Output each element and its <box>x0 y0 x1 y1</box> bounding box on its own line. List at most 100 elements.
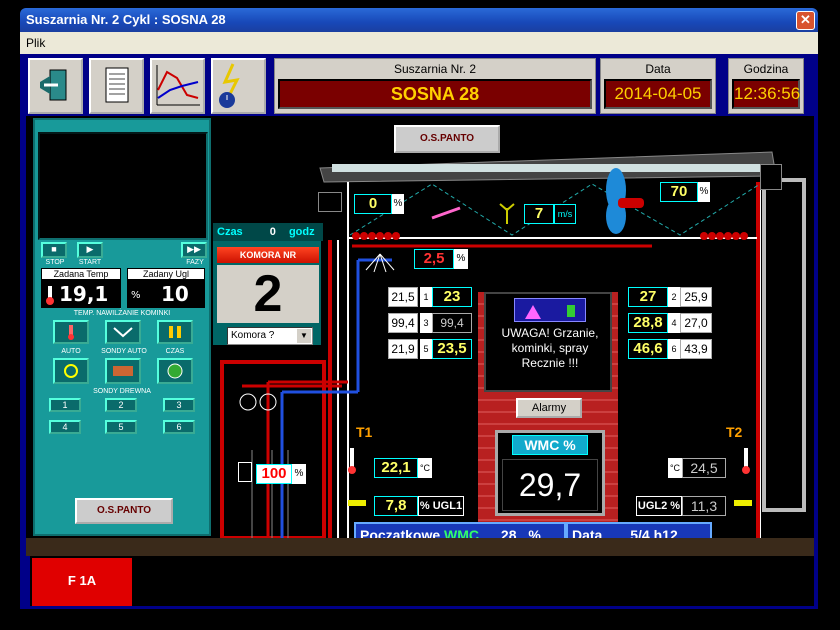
vent-icon <box>169 326 181 338</box>
start-button[interactable]: ▶ <box>77 242 103 258</box>
sonda-2-button[interactable]: 2 <box>105 398 137 412</box>
wmc-value: 29,7 <box>502 459 598 511</box>
fazy-button[interactable]: ▶▶ <box>181 242 207 258</box>
sonda-3-button[interactable]: 3 <box>163 398 195 412</box>
alarm-button[interactable]: Alarmy <box>516 398 582 418</box>
menu-plik[interactable]: Plik <box>26 36 45 50</box>
window-titlebar: Suszarnia Nr. 2 Cykl : SOSNA 28 ✕ <box>20 8 818 32</box>
close-button[interactable]: ✕ <box>796 11 815 30</box>
panto-logo-small: O.S.PANTO <box>75 498 173 524</box>
zadana-temp-label: Zadana Temp <box>41 268 121 280</box>
zadany-ugl-label: Zadany Ugl <box>127 268 205 280</box>
left-sensor-3-set: 21,9 <box>388 339 418 359</box>
exit-button[interactable] <box>28 58 83 114</box>
left-damper-icon <box>318 192 342 212</box>
wmc-panel: WMC % 29,7 <box>495 430 605 516</box>
kiln-value: SOSNA 28 <box>278 79 592 109</box>
row1-label: TEMP. NAWILŻANIE KOMINKI <box>73 310 171 317</box>
date-value: 2014-04-05 <box>604 79 712 109</box>
right-vent-unit: % <box>698 182 710 202</box>
exit-door-icon <box>40 69 67 101</box>
sondy-drewna-label: SONDY DREWNA <box>93 388 151 395</box>
clock-icon <box>167 363 183 379</box>
ground-strip <box>26 538 814 556</box>
sonda-5-button[interactable]: 5 <box>105 420 137 434</box>
ugl2-label: UGL2 % <box>636 496 682 516</box>
temp-button[interactable] <box>53 320 89 344</box>
right-sensor-3-set: 43,9 <box>680 339 712 359</box>
wind-value: 7 <box>524 204 554 224</box>
spray-value: 2,5 <box>414 249 454 269</box>
menu-bar: Plik <box>20 32 818 54</box>
sondy-auto-label: SONDY AUTO <box>101 348 147 355</box>
left-sensor-1-set: 21,5 <box>388 287 418 307</box>
kominki-button[interactable] <box>157 320 193 344</box>
t2-thermometer-icon <box>742 448 750 474</box>
right-sensor-2-idx: 4 <box>668 313 680 333</box>
kiln-label: Suszarnia Nr. 2 <box>393 62 477 76</box>
left-vent-unit: % <box>392 194 404 214</box>
fazy-label: FAZY <box>186 259 204 266</box>
right-vent-value: 70 <box>660 182 698 202</box>
left-sensor-1-value: 23 <box>432 287 472 307</box>
stop-button[interactable]: ■ <box>41 242 67 258</box>
right-sensor-1-value: 27 <box>628 287 668 307</box>
auto-button[interactable] <box>53 358 89 384</box>
t1-label: T1 <box>356 424 373 440</box>
power-clock-button[interactable] <box>211 58 266 114</box>
valve-icon <box>238 462 252 482</box>
lightning-clock-icon <box>219 63 240 108</box>
left-sensor-1-idx: 1 <box>420 287 432 307</box>
kiln-header: Suszarnia Nr. 2 SOSNA 28 <box>274 58 596 114</box>
right-sensor-1-idx: 2 <box>668 287 680 307</box>
right-damper-icon <box>760 164 782 190</box>
t2-temp-unit: °C <box>668 458 682 478</box>
right-sensor-3-idx: 6 <box>668 339 680 359</box>
sondy-auto-button[interactable] <box>105 358 141 384</box>
t2-moisture-icon <box>732 496 754 510</box>
ugl1-value: 7,8 <box>374 496 418 516</box>
ugl2-value: 11,3 <box>682 496 726 516</box>
date-header: Data 2014-04-05 <box>600 58 716 114</box>
svg-text:%: % <box>131 290 141 301</box>
sonda-1-button[interactable]: 1 <box>49 398 81 412</box>
t1-temp-unit: °C <box>418 458 432 478</box>
spray-icon <box>360 248 400 274</box>
sonda-4-button[interactable]: 4 <box>49 420 81 434</box>
refresh-icon <box>64 364 78 378</box>
spray-nozzle-icon <box>430 206 464 220</box>
valve-unit: % <box>292 464 306 484</box>
stop-label: STOP <box>45 259 65 266</box>
control-panel: ■ ▶ ▶▶ STOP START FAZY Zadana Temp 19,1 … <box>33 118 211 536</box>
right-sensor-2-value: 28,8 <box>628 313 668 333</box>
hand-icon <box>567 305 575 317</box>
czas-button[interactable] <box>157 358 193 384</box>
wind-icon <box>496 202 518 224</box>
report-button[interactable] <box>89 58 144 114</box>
t1-moisture-icon <box>346 496 368 510</box>
time-header: Godzina 12:36:56 <box>728 58 804 114</box>
right-sensor-1-set: 25,9 <box>680 287 712 307</box>
auto-label: AUTO <box>61 348 81 355</box>
t1-thermometer-icon <box>348 448 356 474</box>
czas-label: CZAS <box>165 348 185 355</box>
sonda-6-button[interactable]: 6 <box>163 420 195 434</box>
right-sensor-3-value: 46,6 <box>628 339 668 359</box>
display-screen <box>38 132 208 240</box>
f1a-status-button[interactable]: F 1A <box>32 558 132 606</box>
chart-icon <box>156 65 200 106</box>
warning-panel: UWAGA! Grzanie, kominki, spray Recznie !… <box>484 292 612 392</box>
left-sensor-2-value: 99,4 <box>432 313 472 333</box>
warning-triangle-icon <box>525 305 541 319</box>
humidify-button[interactable] <box>105 320 141 344</box>
left-vent-value: 0 <box>354 194 392 214</box>
probes-icon <box>113 366 133 376</box>
left-sensor-2-set: 99,4 <box>388 313 418 333</box>
thermometer-icon <box>46 286 54 305</box>
valve-value: 100 <box>256 464 292 484</box>
spray-icon <box>113 327 133 338</box>
date-label: Data <box>645 62 671 76</box>
chart-button[interactable] <box>150 58 205 114</box>
right-sensor-2-set: 27,0 <box>680 313 712 333</box>
status-area: F 1A <box>30 556 814 606</box>
